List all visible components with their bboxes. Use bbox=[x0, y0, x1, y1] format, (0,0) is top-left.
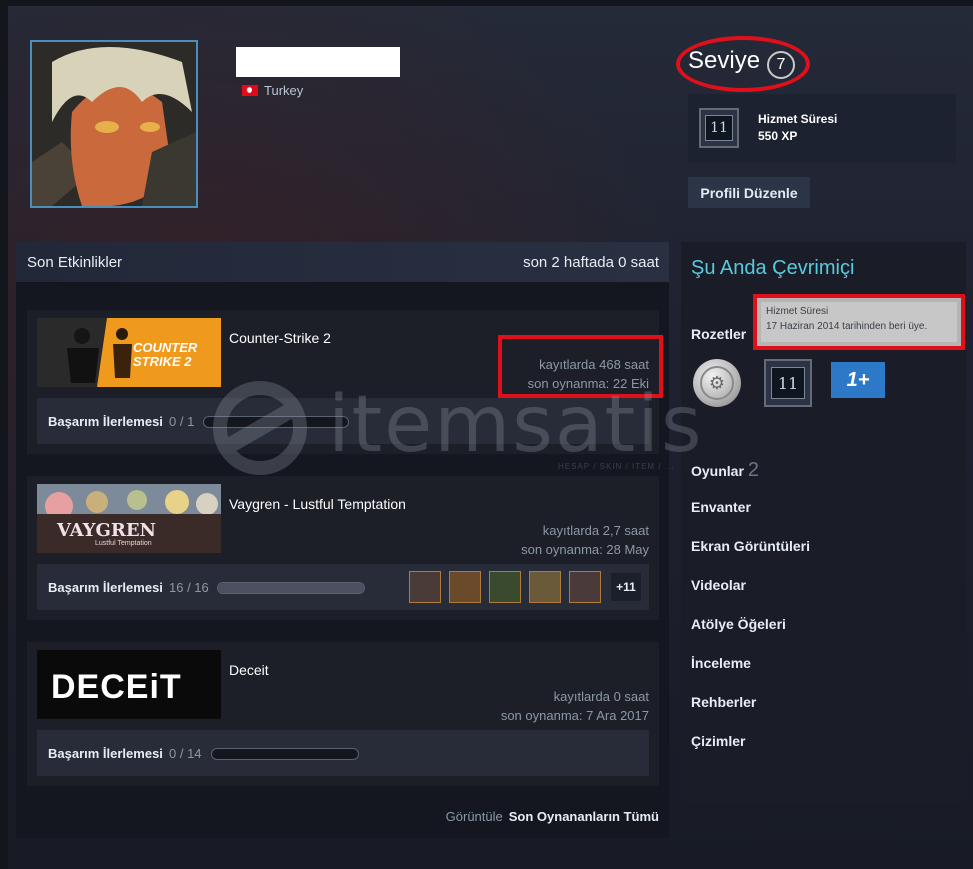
silver-coin-icon[interactable]: ⚙ bbox=[693, 359, 741, 407]
games-count: 2 bbox=[747, 459, 760, 481]
tooltip-title: Hizmet Süresi bbox=[766, 306, 829, 317]
capsule-text-2: STRIKE 2 bbox=[133, 354, 192, 369]
game-card: VAYGREN Lustful Temptation Vaygren - Lus… bbox=[27, 476, 659, 620]
recent-activity-title: Son Etkinlikler bbox=[27, 254, 123, 271]
workshop-items-link[interactable]: Atölye Öğeleri bbox=[691, 616, 786, 632]
profile-sidebar: Şu Anda Çevrimiçi Rozetler Hizmet Süresi… bbox=[681, 242, 966, 803]
badge-icon-text: 11 bbox=[705, 115, 733, 141]
badges-link[interactable]: Rozetler bbox=[691, 326, 746, 342]
country-label: Turkey bbox=[264, 83, 304, 98]
screenshots-link[interactable]: Ekran Görüntüleri bbox=[691, 538, 810, 554]
game-playtime: kayıtlarda 0 saat son oynanma: 7 Ara 201… bbox=[501, 687, 649, 725]
game-hours: kayıtlarda 0 saat bbox=[553, 689, 649, 704]
achievement-icon[interactable] bbox=[529, 571, 561, 603]
game-playtime: kayıtlarda 2,7 saat son oynanma: 28 May bbox=[521, 521, 649, 559]
badge-tooltip-highlight: Hizmet Süresi 17 Haziran 2014 tarihinden… bbox=[753, 294, 965, 350]
game-card: DECEiT Deceit kayıtlarda 0 saat son oyna… bbox=[27, 642, 659, 786]
achievement-label: Başarım İlerlemesi bbox=[48, 746, 163, 761]
achievement-progress-row[interactable]: Başarım İlerlemesi 0 / 14 bbox=[37, 730, 649, 776]
game-capsule-image[interactable]: DECEiT bbox=[37, 650, 221, 719]
capsule-text-1: VAYGREN bbox=[57, 520, 156, 541]
game-capsule-image[interactable]: VAYGREN Lustful Temptation bbox=[37, 484, 221, 553]
achievement-count: 0 / 1 bbox=[169, 414, 195, 429]
edit-profile-button[interactable]: Profili Düzenle bbox=[688, 177, 810, 208]
achievement-progress-fill bbox=[218, 583, 364, 593]
window-frame-top bbox=[0, 0, 973, 6]
achievement-label: Başarım İlerlemesi bbox=[48, 580, 163, 595]
achievement-progress-row[interactable]: Başarım İlerlemesi 0 / 1 bbox=[37, 398, 649, 444]
achievement-icon[interactable] bbox=[409, 571, 441, 603]
tooltip-text: 17 Haziran 2014 tarihinden beri üye. bbox=[766, 321, 928, 332]
game-name[interactable]: Vaygren - Lustful Temptation bbox=[229, 496, 406, 512]
reviews-link[interactable]: İnceleme bbox=[691, 655, 751, 671]
guides-link[interactable]: Rehberler bbox=[691, 694, 756, 710]
level-label: Seviye bbox=[688, 47, 761, 74]
featured-badge[interactable]: 11 Hizmet Süresi 550 XP bbox=[688, 94, 956, 163]
more-achievements-button[interactable]: +11 bbox=[611, 573, 641, 601]
achievement-icon[interactable] bbox=[489, 571, 521, 603]
achievement-progress-bar bbox=[203, 416, 349, 428]
videos-link[interactable]: Videolar bbox=[691, 577, 746, 593]
profile-avatar[interactable] bbox=[30, 40, 198, 208]
recent-activity-hours: son 2 haftada 0 saat bbox=[523, 254, 659, 271]
level-number: 7 bbox=[767, 51, 795, 79]
games-label: Oyunlar bbox=[691, 463, 744, 479]
badge-title: Hizmet Süresi bbox=[758, 112, 838, 126]
badge-tooltip: Hizmet Süresi 17 Haziran 2014 tarihinden… bbox=[761, 302, 957, 342]
coin-inner: ⚙ bbox=[700, 366, 734, 400]
game-name[interactable]: Deceit bbox=[229, 662, 269, 678]
turkey-flag-icon bbox=[242, 85, 258, 96]
badge-2-text: 11 bbox=[771, 367, 805, 399]
game-last-played: son oynanma: 28 May bbox=[521, 542, 649, 557]
achievement-progress-bar bbox=[217, 582, 365, 594]
recent-activity-header: Son Etkinlikler son 2 haftada 0 saat bbox=[16, 242, 669, 282]
artwork-link[interactable]: Çizimler bbox=[691, 733, 745, 749]
game-capsule-image[interactable]: COUNTER STRIKE 2 bbox=[37, 318, 221, 387]
profile-name-redacted bbox=[236, 47, 400, 77]
years-of-service-icon: 11 bbox=[699, 108, 739, 148]
capsule-text-1: COUNTER bbox=[133, 340, 198, 355]
achievement-icon[interactable] bbox=[569, 571, 601, 603]
achievement-progress-row[interactable]: Başarım İlerlemesi 16 / 16 +11 bbox=[37, 564, 649, 610]
years-of-service-icon[interactable]: 11 bbox=[764, 359, 812, 407]
game-last-played: son oynanma: 7 Ara 2017 bbox=[500, 708, 649, 723]
profile-level[interactable]: Seviye 7 bbox=[676, 36, 810, 92]
achievement-count: 16 / 16 bbox=[169, 580, 209, 595]
capsule-text-1: DECEiT bbox=[51, 668, 182, 706]
game-name[interactable]: Counter-Strike 2 bbox=[229, 330, 331, 346]
one-plus-icon[interactable]: 1+ bbox=[831, 362, 885, 398]
badge-xp: 550 XP bbox=[758, 129, 798, 143]
achievement-progress-bar bbox=[211, 748, 359, 760]
achievement-icon[interactable] bbox=[449, 571, 481, 603]
games-link[interactable]: Oyunlar 2 bbox=[691, 459, 759, 482]
achievement-label: Başarım İlerlemesi bbox=[48, 414, 163, 429]
inventory-link[interactable]: Envanter bbox=[691, 499, 751, 515]
achievement-count: 0 / 14 bbox=[169, 746, 202, 761]
online-status: Şu Anda Çevrimiçi bbox=[691, 257, 855, 279]
profile-country: Turkey bbox=[242, 83, 303, 98]
playtime-highlight bbox=[498, 335, 663, 398]
game-hours: kayıtlarda 2,7 saat bbox=[542, 523, 649, 538]
window-frame-left bbox=[0, 0, 8, 869]
capsule-text-2: Lustful Temptation bbox=[95, 540, 152, 547]
